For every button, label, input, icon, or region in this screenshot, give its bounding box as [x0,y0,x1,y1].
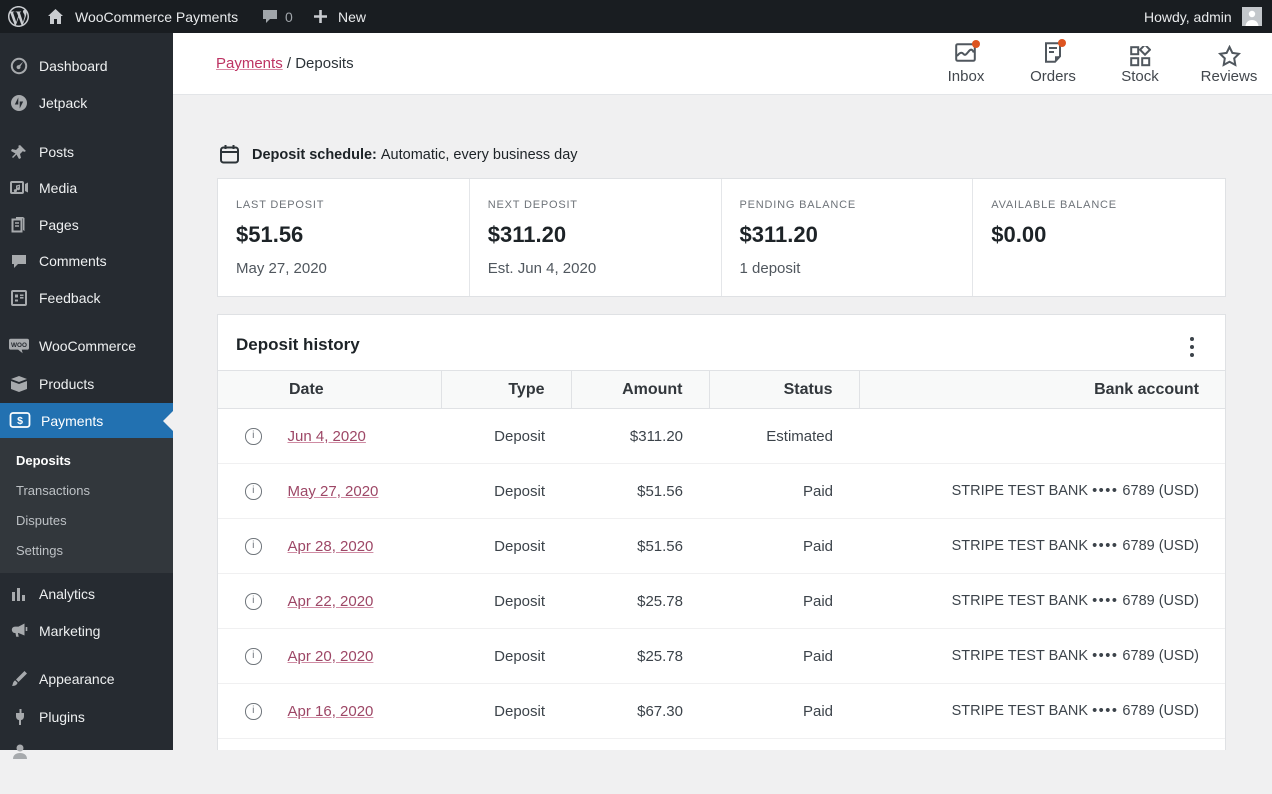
svg-text:$: $ [17,415,23,427]
svg-text:WOO: WOO [11,341,27,348]
